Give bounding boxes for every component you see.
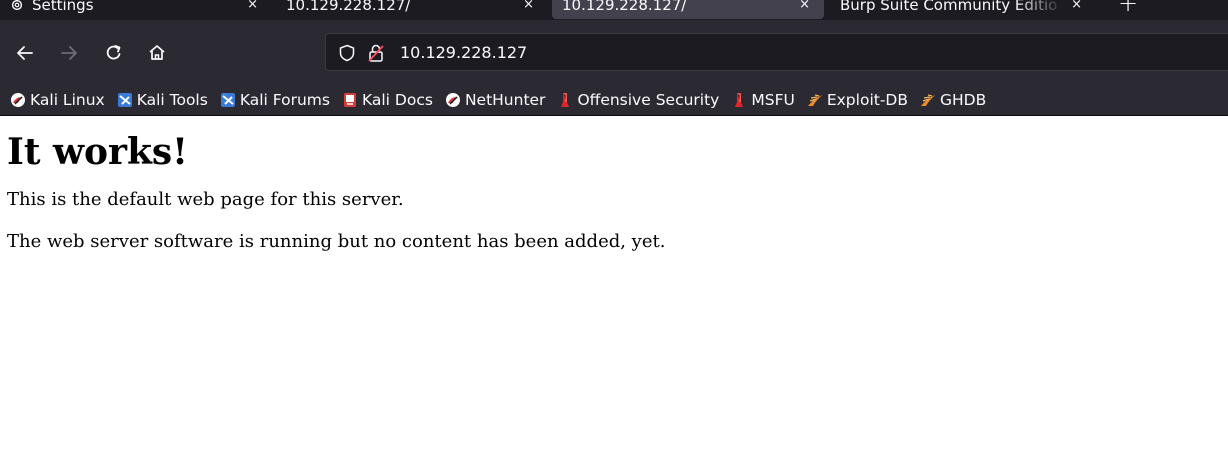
- bookmark-kali-docs[interactable]: Kali Docs: [342, 91, 433, 109]
- reload-button[interactable]: [103, 42, 125, 64]
- kali-docs-icon: [343, 92, 356, 107]
- page-content: It works! This is the default web page f…: [0, 117, 1228, 466]
- bookmark-ghdb[interactable]: GHDB: [920, 91, 986, 109]
- bookmark-label: Kali Tools: [136, 90, 208, 109]
- new-tab-button[interactable]: +: [1118, 0, 1138, 17]
- bookmark-kali-forums[interactable]: Kali Forums: [220, 91, 330, 109]
- tab-ip-1[interactable]: 10.129.228.127/ ×: [276, 0, 548, 19]
- tracking-protection-shield-icon[interactable]: [338, 44, 356, 62]
- tab-burp-suite[interactable]: Burp Suite Community Editio ×: [830, 0, 1102, 19]
- bookmark-msfu[interactable]: MSFU: [731, 90, 795, 109]
- bookmark-label: Kali Linux: [30, 90, 105, 109]
- tab-ip-active[interactable]: 10.129.228.127/ ×: [552, 0, 824, 19]
- kali-tools-icon: [117, 92, 132, 107]
- back-button[interactable]: [14, 42, 36, 64]
- tab-title: Settings: [32, 0, 94, 14]
- bookmark-nethunter[interactable]: NetHunter: [445, 90, 546, 109]
- navigation-toolbar: 10.129.228.127: [0, 20, 1228, 84]
- tab-close-icon[interactable]: ×: [523, 0, 534, 12]
- bookmark-label: Exploit-DB: [826, 90, 908, 109]
- bookmark-exploit-db[interactable]: Exploit-DB: [807, 91, 908, 109]
- bookmark-label: NetHunter: [464, 90, 546, 109]
- bookmark-kali-linux[interactable]: Kali Linux: [10, 91, 105, 109]
- bookmark-label: Kali Docs: [361, 90, 433, 109]
- tab-settings[interactable]: Settings ×: [0, 0, 272, 19]
- kali-dragon-icon: [11, 92, 25, 107]
- tab-title: Burp Suite Community Editio: [840, 0, 1058, 14]
- page-heading: It works!: [7, 131, 188, 173]
- bookmark-label: Kali Forums: [239, 90, 330, 109]
- msfu-icon: [735, 92, 744, 107]
- offsec-icon: [561, 92, 570, 107]
- gear-icon: [11, 0, 23, 11]
- ghdb-icon: [920, 93, 935, 106]
- tab-title: 10.129.228.127/: [286, 0, 411, 14]
- bookmarks-toolbar: Kali Linux Kali Tools Kali Forums Kali D…: [0, 84, 1228, 116]
- forward-arrow-icon: [61, 46, 77, 60]
- url-bar[interactable]: 10.129.228.127: [325, 33, 1228, 71]
- kali-forums-icon: [220, 92, 235, 107]
- back-arrow-icon: [17, 46, 33, 60]
- home-icon: [149, 45, 165, 60]
- reload-icon: [106, 45, 121, 60]
- bookmark-label: Offensive Security: [577, 90, 720, 109]
- page-paragraph-2: The web server software is running but n…: [7, 231, 666, 252]
- tab-strip: Settings × 10.129.228.127/ × 10.129.228.…: [0, 0, 1228, 20]
- insecure-lock-icon[interactable]: [366, 43, 386, 63]
- bookmark-label: GHDB: [939, 90, 987, 109]
- bookmark-offensive-security[interactable]: Offensive Security: [557, 91, 719, 109]
- nethunter-icon: [445, 92, 460, 107]
- home-button[interactable]: [146, 42, 168, 64]
- tab-close-icon[interactable]: ×: [799, 0, 810, 12]
- url-text: 10.129.228.127: [400, 43, 528, 62]
- tab-close-icon[interactable]: ×: [1071, 0, 1082, 12]
- bookmark-kali-tools[interactable]: Kali Tools: [117, 91, 208, 109]
- bookmark-label: MSFU: [751, 90, 795, 109]
- tab-close-icon[interactable]: ×: [247, 0, 258, 12]
- tab-title: 10.129.228.127/: [562, 0, 687, 14]
- page-paragraph-1: This is the default web page for this se…: [7, 189, 404, 210]
- exploit-db-icon: [807, 93, 822, 106]
- forward-button[interactable]: [58, 42, 80, 64]
